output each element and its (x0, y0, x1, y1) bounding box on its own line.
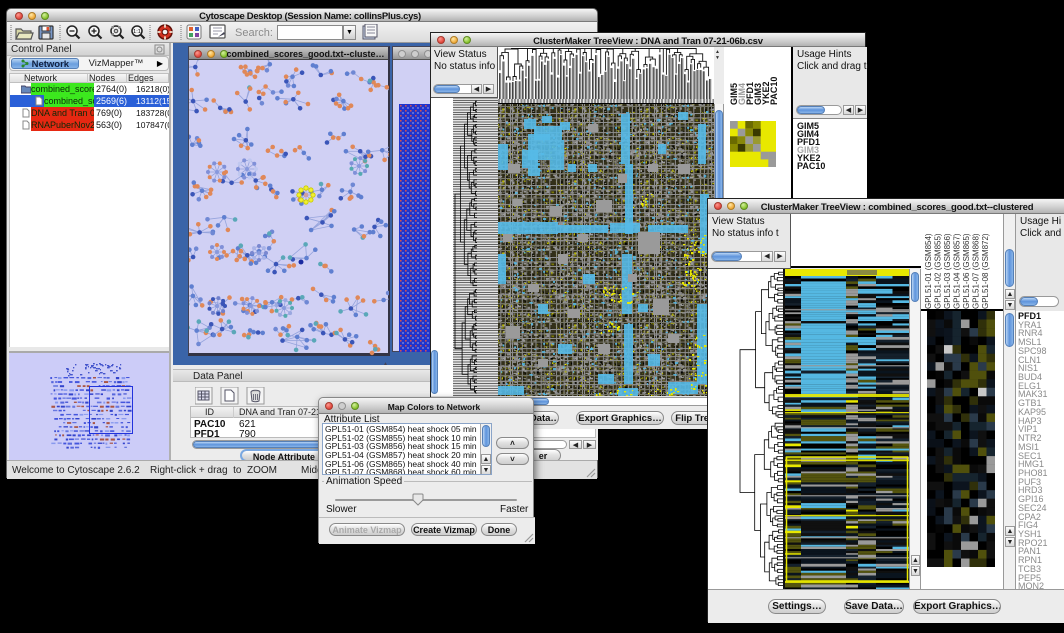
svg-text:GPL51-07 (GSM868): GPL51-07 (GSM868) (972, 233, 981, 309)
svg-text:GPL51-01 (GSM854): GPL51-01 (GSM854) (924, 233, 933, 309)
svg-text:GPL51-03 (GSM856): GPL51-03 (GSM856) (943, 233, 952, 309)
svg-text:GPL51-08 (GSM872): GPL51-08 (GSM872) (981, 233, 990, 309)
svg-text:GPL51-02 (GSM855): GPL51-02 (GSM855) (934, 233, 943, 309)
svg-text:PAC10: PAC10 (769, 77, 779, 105)
svg-text:GPL51-06 (GSM865): GPL51-06 (GSM865) (962, 233, 971, 309)
svg-text:1:1: 1:1 (133, 29, 141, 35)
svg-text:GPL51-04 (GSM857): GPL51-04 (GSM857) (953, 233, 962, 309)
